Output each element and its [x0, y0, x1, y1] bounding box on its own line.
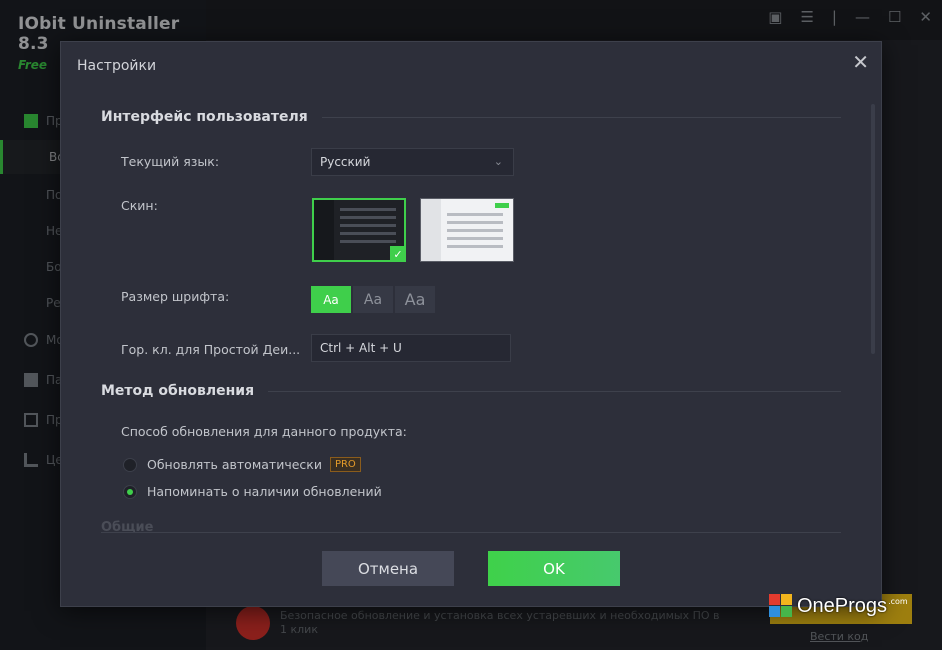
close-icon[interactable]: ✕ [852, 50, 869, 74]
skin-preview-row [340, 232, 396, 235]
skin-preview-button [495, 203, 509, 208]
footer-divider [101, 532, 841, 533]
settings-dialog: Настройки ✕ Интерфейс пользователя Текущ… [60, 41, 882, 607]
update-option-label: Напоминать о наличии обновлений [147, 484, 382, 499]
skin-preview-row [340, 216, 396, 219]
update-subtitle: Способ обновления для данного продукта: [121, 424, 407, 439]
font-size-medium[interactable]: Aa [353, 286, 393, 313]
skin-preview-row [340, 224, 396, 227]
skin-preview-sidebar [421, 199, 441, 261]
language-select[interactable]: Русский ⌄ [311, 148, 514, 176]
skin-label: Скин: [121, 198, 158, 213]
skin-preview-row [340, 240, 396, 243]
skin-preview-row [447, 229, 503, 232]
language-value: Русский [320, 155, 371, 169]
chevron-down-icon: ⌄ [493, 155, 503, 168]
skin-preview-row [340, 208, 396, 211]
skin-preview-row [447, 245, 503, 248]
hotkey-label: Гор. кл. для Простой Деи... [121, 342, 301, 357]
section-heading-text: Интерфейс пользователя [101, 109, 308, 125]
ok-button[interactable]: OK [488, 551, 620, 586]
update-option-notify[interactable]: Напоминать о наличии обновлений [123, 484, 382, 499]
section-heading-text: Метод обновления [101, 383, 255, 399]
skin-preview-sidebar [314, 200, 334, 260]
skin-preview-row [447, 221, 503, 224]
watermark-suffix: .com [888, 596, 908, 606]
skin-dark-option[interactable]: ✓ [312, 198, 406, 262]
dialog-title: Настройки [77, 58, 157, 74]
pro-badge: PRO [329, 457, 361, 472]
app-window: IObit Uninstaller 8.3 Free Пр Вс По Не Б… [0, 0, 942, 650]
divider [321, 116, 841, 118]
watermark-text: OneProgs [797, 594, 888, 617]
section-heading-ui: Интерфейс пользователя [101, 109, 841, 125]
radio-button[interactable] [123, 457, 137, 472]
checkmark-icon: ✓ [390, 246, 406, 262]
divider [268, 390, 841, 392]
update-option-auto[interactable]: Обновлять автоматически PRO [123, 457, 361, 472]
scrollbar[interactable] [871, 104, 875, 354]
update-option-label: Обновлять автоматически [147, 457, 322, 472]
font-size-large[interactable]: Aa [395, 286, 435, 313]
skin-preview-row [447, 213, 503, 216]
font-size-label: Размер шрифта: [121, 289, 230, 304]
section-heading-update: Метод обновления [101, 383, 841, 399]
language-label: Текущий язык: [121, 154, 220, 169]
font-size-small[interactable]: Aa [311, 286, 351, 313]
cancel-button[interactable]: Отмена [322, 551, 454, 586]
watermark: OneProgs .com [769, 594, 908, 618]
skin-preview-row [447, 237, 503, 240]
radio-button[interactable] [123, 484, 137, 499]
watermark-logo-icon [769, 594, 793, 618]
skin-light-option[interactable] [420, 198, 514, 262]
hotkey-input[interactable]: Ctrl + Alt + U [311, 334, 511, 362]
